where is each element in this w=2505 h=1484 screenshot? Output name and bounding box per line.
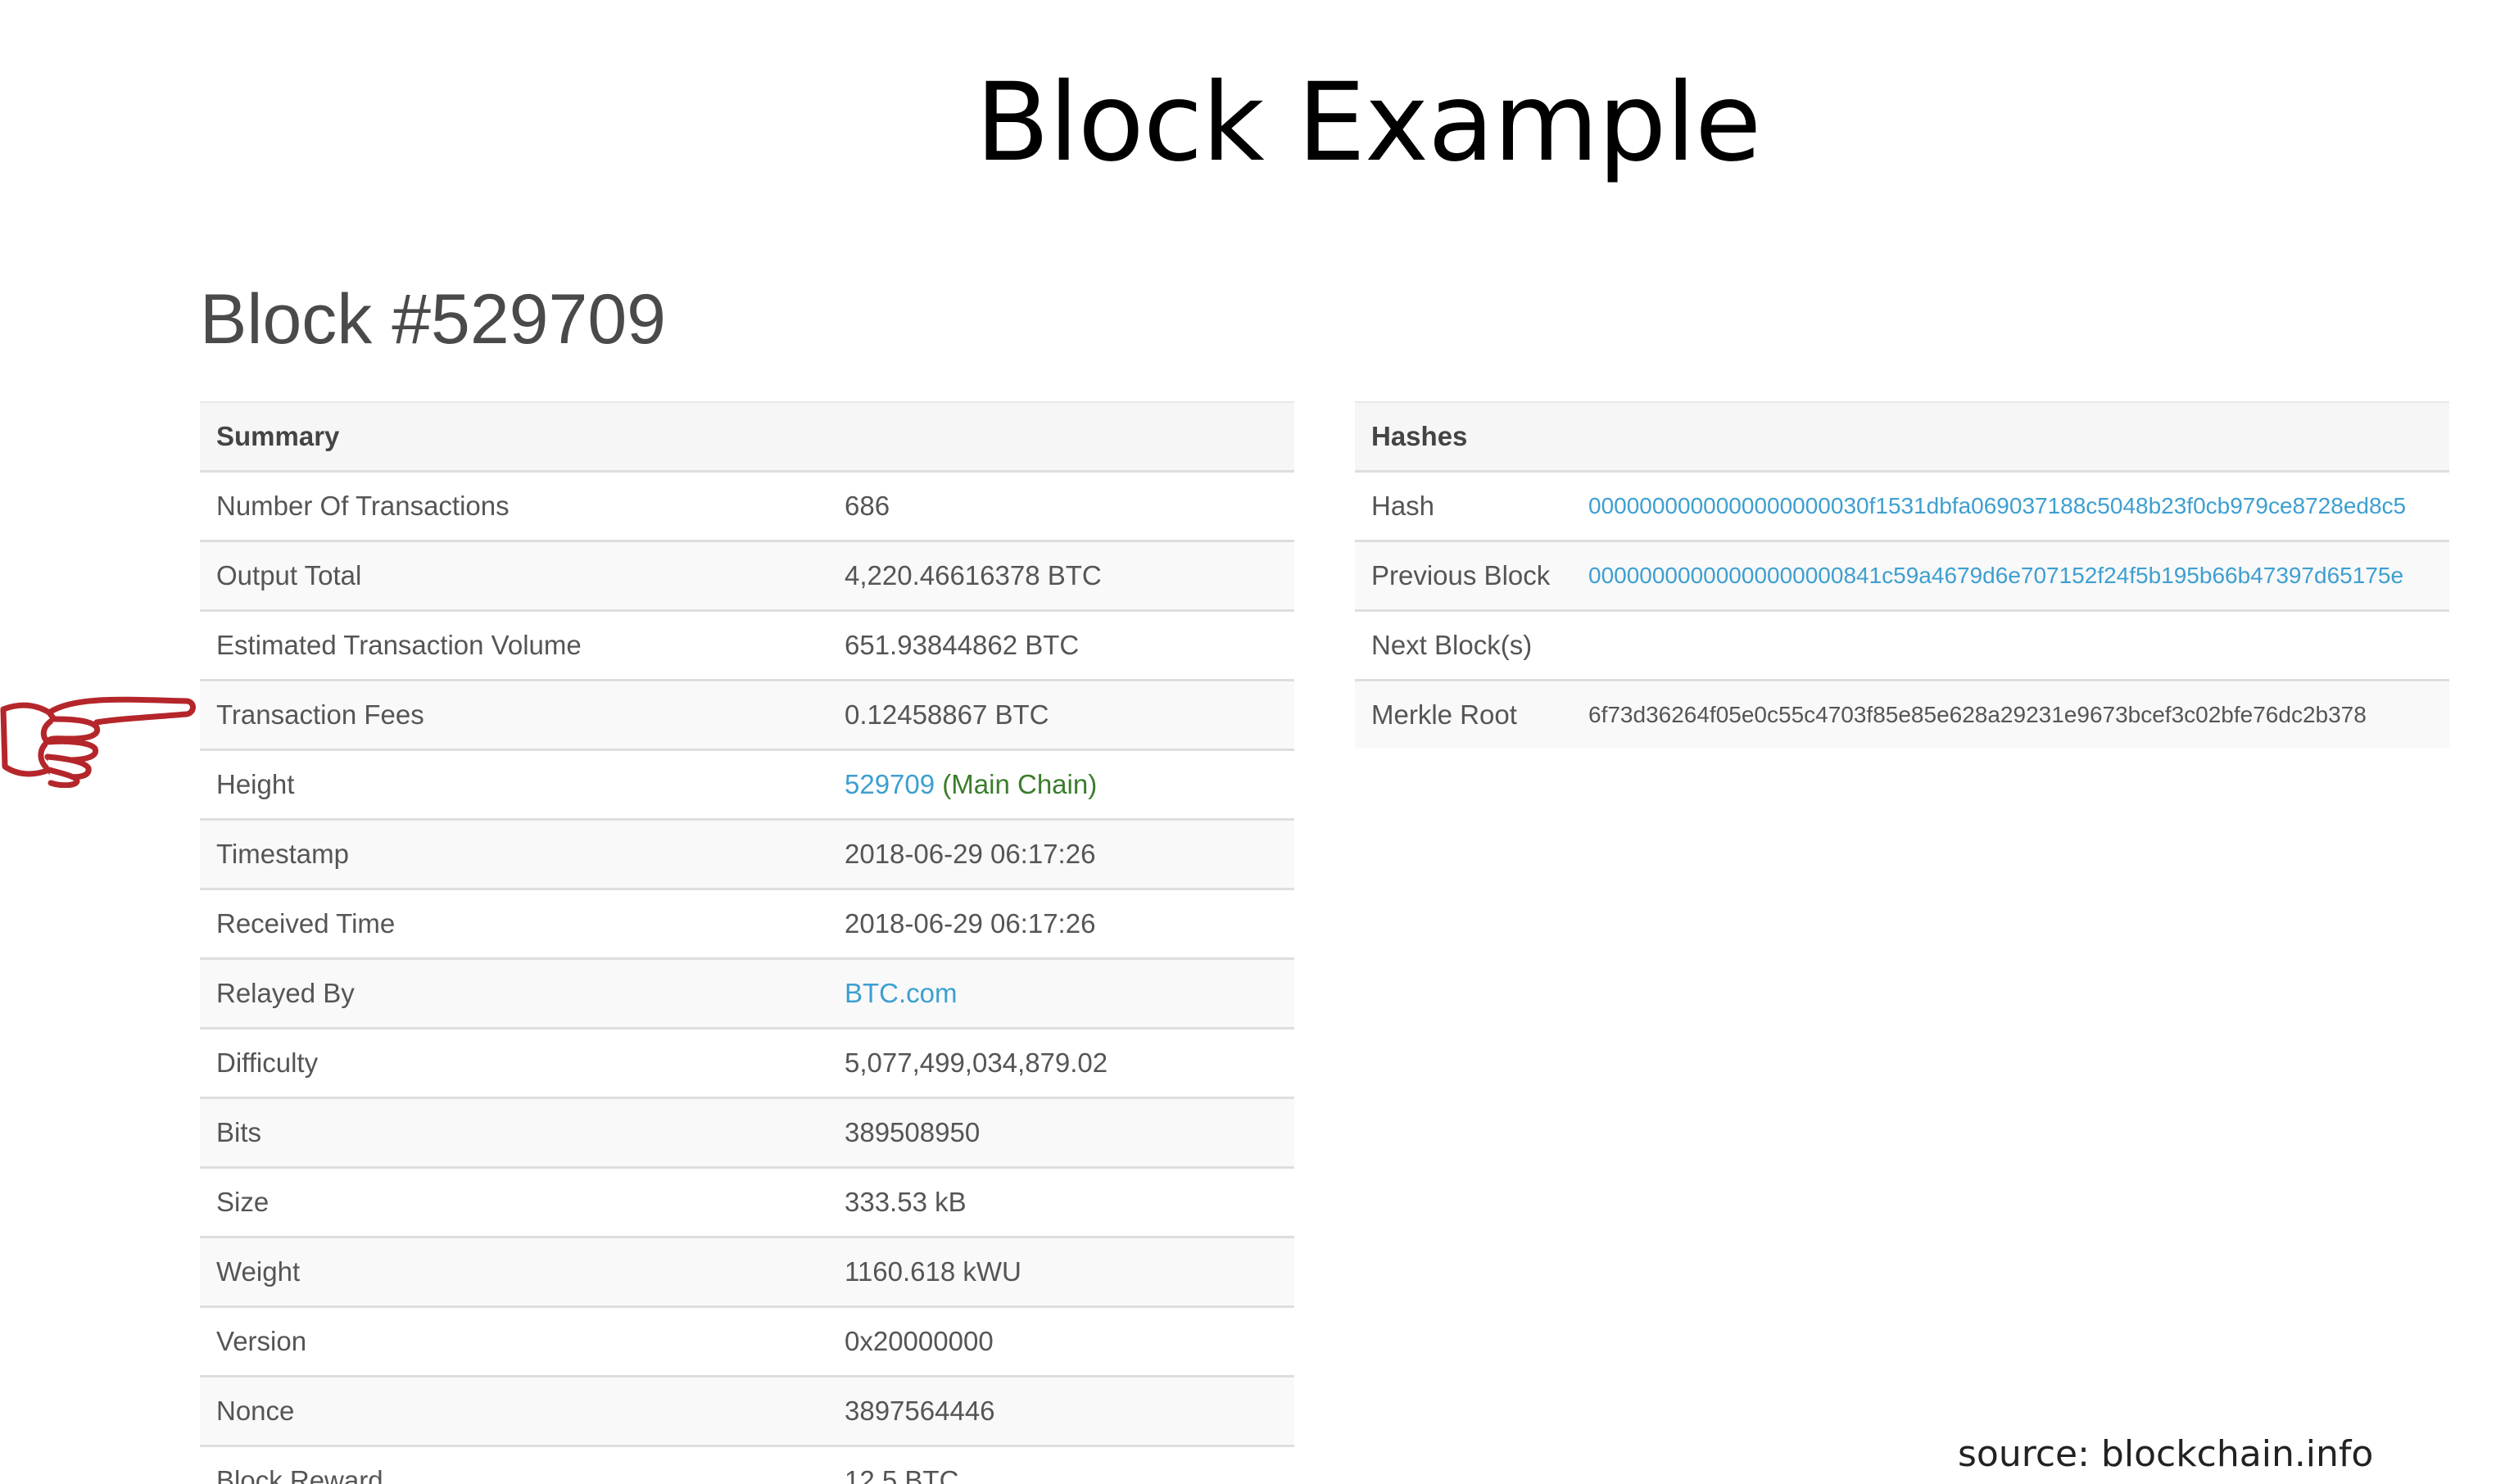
row-value-height: 529709 (Main Chain) bbox=[845, 751, 1097, 818]
table-row: Transaction Fees 0.12458867 BTC bbox=[200, 681, 1294, 751]
slide: Block Example Block #529709 Summary Numb… bbox=[0, 0, 2505, 1484]
row-label-timestamp: Timestamp bbox=[216, 839, 349, 869]
table-row: Version 0x20000000 bbox=[200, 1308, 1294, 1378]
relayed-by-link[interactable]: BTC.com bbox=[845, 960, 958, 1027]
table-row: Difficulty 5,077,499,034,879.02 bbox=[200, 1029, 1294, 1099]
row-label-height: Height bbox=[216, 769, 295, 799]
row-value-transaction-fees: 0.12458867 BTC bbox=[845, 699, 1049, 730]
hashes-table: Hashes Hash 0000000000000000000030f1531d… bbox=[1355, 401, 2449, 749]
hashes-header-row: Hashes bbox=[1355, 403, 2449, 473]
hash-link[interactable]: 0000000000000000000030f1531dbfa069037188… bbox=[1588, 473, 2406, 540]
row-value-bits: 389508950 bbox=[845, 1117, 981, 1147]
table-row: Weight 1160.618 kWU bbox=[200, 1238, 1294, 1308]
hashes-header: Hashes bbox=[1371, 421, 1468, 451]
height-link[interactable]: 529709 bbox=[845, 769, 935, 799]
table-row: Nonce 3897564446 bbox=[200, 1378, 1294, 1447]
row-label-output-total: Output Total bbox=[216, 560, 362, 590]
table-row: Merkle Root 6f73d36264f05e0c55c4703f85e8… bbox=[1355, 681, 2449, 749]
row-label-weight: Weight bbox=[216, 1256, 301, 1287]
row-label-relayed-by: Relayed By bbox=[216, 978, 355, 1008]
row-label-estimated-transaction-volume: Estimated Transaction Volume bbox=[216, 630, 582, 660]
table-row: Height 529709 (Main Chain) bbox=[200, 751, 1294, 821]
previous-block-link[interactable]: 00000000000000000000841c59a4679d6e707152… bbox=[1588, 542, 2403, 609]
row-label-merkle-root: Merkle Root bbox=[1371, 699, 1517, 730]
row-label-number-of-transactions: Number Of Transactions bbox=[216, 491, 510, 521]
row-label-hash: Hash bbox=[1371, 491, 1435, 521]
row-label-bits: Bits bbox=[216, 1117, 262, 1147]
row-label-version: Version bbox=[216, 1326, 307, 1356]
row-label-received-time: Received Time bbox=[216, 908, 396, 939]
row-value-weight: 1160.618 kWU bbox=[845, 1256, 1021, 1287]
row-label-nonce: Nonce bbox=[216, 1396, 295, 1426]
summary-table: Summary Number Of Transactions 686 Outpu… bbox=[200, 401, 1294, 1484]
table-row: Hash 0000000000000000000030f1531dbfa0690… bbox=[1355, 473, 2449, 542]
row-label-block-reward: Block Reward bbox=[216, 1465, 383, 1484]
row-value-timestamp: 2018-06-29 06:17:26 bbox=[845, 839, 1096, 869]
table-row: Number Of Transactions 686 bbox=[200, 473, 1294, 542]
table-row: Received Time 2018-06-29 06:17:26 bbox=[200, 890, 1294, 960]
summary-header-row: Summary bbox=[200, 403, 1294, 473]
row-label-next-blocks: Next Block(s) bbox=[1371, 630, 1533, 660]
pointing-hand-icon bbox=[0, 696, 196, 788]
row-label-previous-block: Previous Block bbox=[1371, 560, 1551, 590]
table-row: Block Reward 12.5 BTC bbox=[200, 1447, 1294, 1484]
row-value-merkle-root: 6f73d36264f05e0c55c4703f85e85e628a29231e… bbox=[1588, 702, 2367, 727]
row-value-size: 333.53 kB bbox=[845, 1187, 967, 1217]
row-value-estimated-transaction-volume: 651.93844862 BTC bbox=[845, 630, 1080, 660]
table-row: Previous Block 00000000000000000000841c5… bbox=[1355, 542, 2449, 612]
row-value-version: 0x20000000 bbox=[845, 1326, 994, 1356]
row-label-size: Size bbox=[216, 1187, 270, 1217]
table-row: Output Total 4,220.46616378 BTC bbox=[200, 542, 1294, 612]
row-label-transaction-fees: Transaction Fees bbox=[216, 699, 424, 730]
table-row: Relayed By BTC.com bbox=[200, 960, 1294, 1029]
table-row: Bits 389508950 bbox=[200, 1099, 1294, 1169]
summary-header: Summary bbox=[216, 421, 340, 451]
source-caption: source: blockchain.info bbox=[1958, 1433, 2374, 1475]
block-heading: Block #529709 bbox=[200, 280, 666, 359]
table-row: Next Block(s) bbox=[1355, 612, 2449, 681]
row-value-difficulty: 5,077,499,034,879.02 bbox=[845, 1047, 1108, 1078]
slide-title: Block Example bbox=[975, 60, 1762, 186]
row-value-number-of-transactions: 686 bbox=[845, 491, 890, 521]
row-label-difficulty: Difficulty bbox=[216, 1047, 319, 1078]
table-row: Timestamp 2018-06-29 06:17:26 bbox=[200, 821, 1294, 890]
row-value-output-total: 4,220.46616378 BTC bbox=[845, 560, 1102, 590]
row-value-nonce: 3897564446 bbox=[845, 1396, 995, 1426]
row-value-block-reward: 12.5 BTC bbox=[845, 1465, 959, 1484]
table-row: Size 333.53 kB bbox=[200, 1169, 1294, 1238]
main-chain-note: (Main Chain) bbox=[942, 769, 1098, 799]
table-row: Estimated Transaction Volume 651.9384486… bbox=[200, 612, 1294, 681]
row-value-received-time: 2018-06-29 06:17:26 bbox=[845, 908, 1096, 939]
